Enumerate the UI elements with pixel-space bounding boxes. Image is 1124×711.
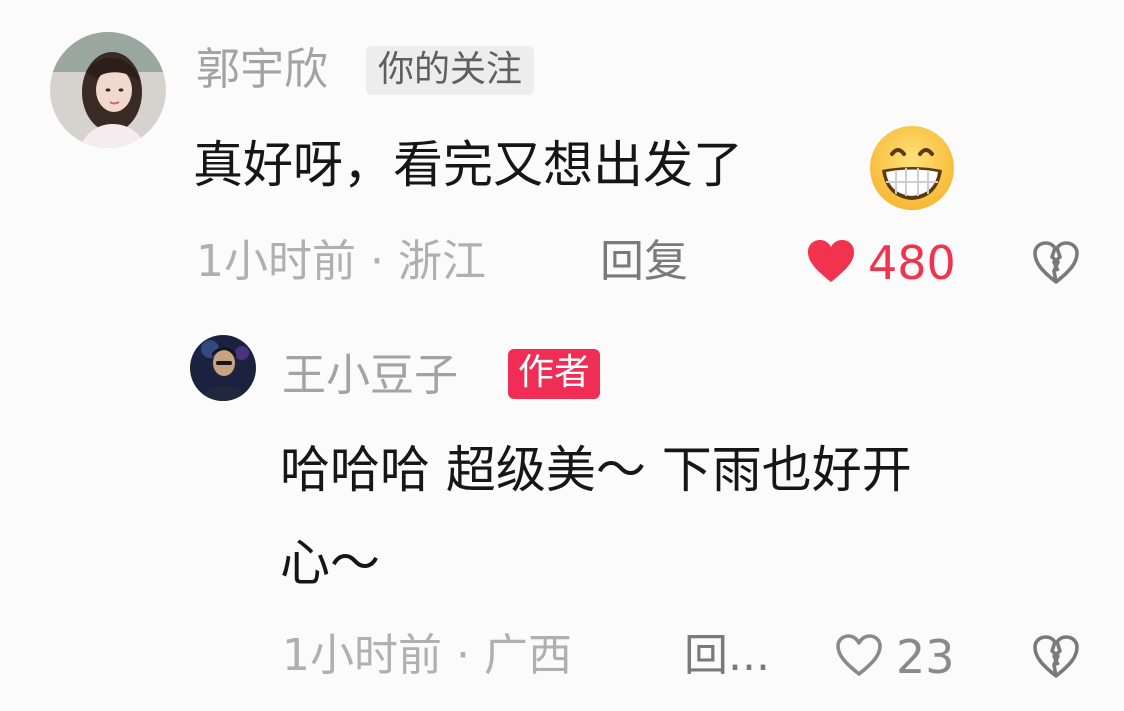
comment-text: 真好呀，看完又想出发了 xyxy=(193,136,743,194)
broken-heart-icon[interactable] xyxy=(1032,240,1080,284)
username[interactable]: 郭宇欣 xyxy=(196,48,328,92)
user-avatar[interactable] xyxy=(50,32,166,148)
like-count: 23 xyxy=(896,630,955,684)
heart-outline-icon[interactable] xyxy=(834,632,884,678)
avatar-man xyxy=(190,335,256,401)
reply-button[interactable]: 回... xyxy=(684,634,770,678)
like-count: 480 xyxy=(868,236,956,290)
reply-user-avatar[interactable] xyxy=(190,335,256,401)
reply-text-line: 心～ xyxy=(280,534,380,592)
broken-heart-icon[interactable] xyxy=(1032,634,1080,678)
comment-time-location: 1小时前 · 浙江 xyxy=(196,236,486,287)
reply-username[interactable]: 王小豆子 xyxy=(282,354,458,398)
reply-button[interactable]: 回复 xyxy=(600,240,688,284)
comment-thread: 郭宇欣 你的关注 真好呀，看完又想出发了 1小时前 · 浙江 回复 480 王小… xyxy=(0,0,1124,711)
reply-text-line: 哈哈哈 超级美～ 下雨也好开 xyxy=(280,441,912,499)
following-badge: 你的关注 xyxy=(366,46,535,95)
grinning-face-emoji xyxy=(868,124,956,212)
heart-filled-icon[interactable] xyxy=(806,238,856,284)
avatar-woman xyxy=(50,32,166,148)
reply-time-location: 1小时前 · 广西 xyxy=(282,630,572,681)
author-badge: 作者 xyxy=(508,349,601,399)
